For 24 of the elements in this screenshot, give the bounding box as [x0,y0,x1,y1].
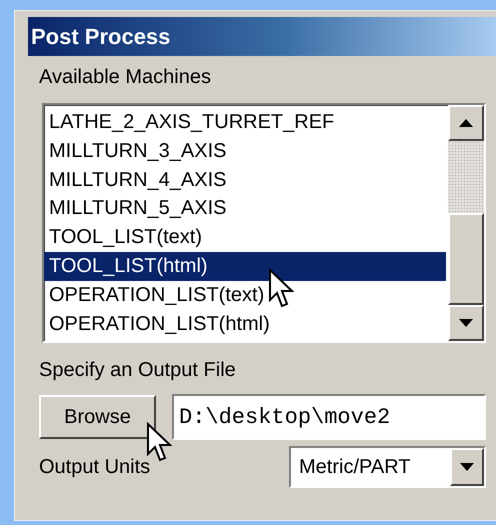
list-item[interactable]: TOOL_LIST(text) [44,223,446,252]
list-item[interactable]: LATHE_2_AXIS_TURRET_REF [44,108,446,137]
down-arrow-icon [460,463,474,471]
window-title: Post Process [28,17,496,56]
scroll-up-button[interactable] [448,105,484,141]
units-dropdown[interactable]: Metric/PART [289,446,486,488]
down-arrow-icon [459,319,473,327]
list-item[interactable]: MILLTURN_5_AXIS [44,194,446,224]
scroll-thumb[interactable] [448,213,484,305]
list-item[interactable]: MILLTURN_4_AXIS [44,166,446,194]
up-arrow-icon [459,119,473,127]
field-label: Specify an Output File [38,359,237,382]
mouse-pointer-icon [268,268,294,308]
list-item[interactable]: MILLTURN_3_AXIS [44,136,446,166]
list-item[interactable]: TOOL_LIST(html) [44,252,446,281]
list-item[interactable]: OPERATION_LIST(html) [44,310,446,338]
scroll-down-button[interactable] [448,305,484,341]
list-item[interactable]: OPERATION_LIST(text) [44,280,446,310]
field-label: Output Units [38,456,150,478]
dropdown-button[interactable] [450,448,484,486]
browse-button[interactable]: Browse [39,395,156,439]
input-field[interactable]: D:\desktop\move2 [172,394,486,440]
scrollbar[interactable] [448,105,484,341]
field-label: Available Machines [38,66,212,89]
